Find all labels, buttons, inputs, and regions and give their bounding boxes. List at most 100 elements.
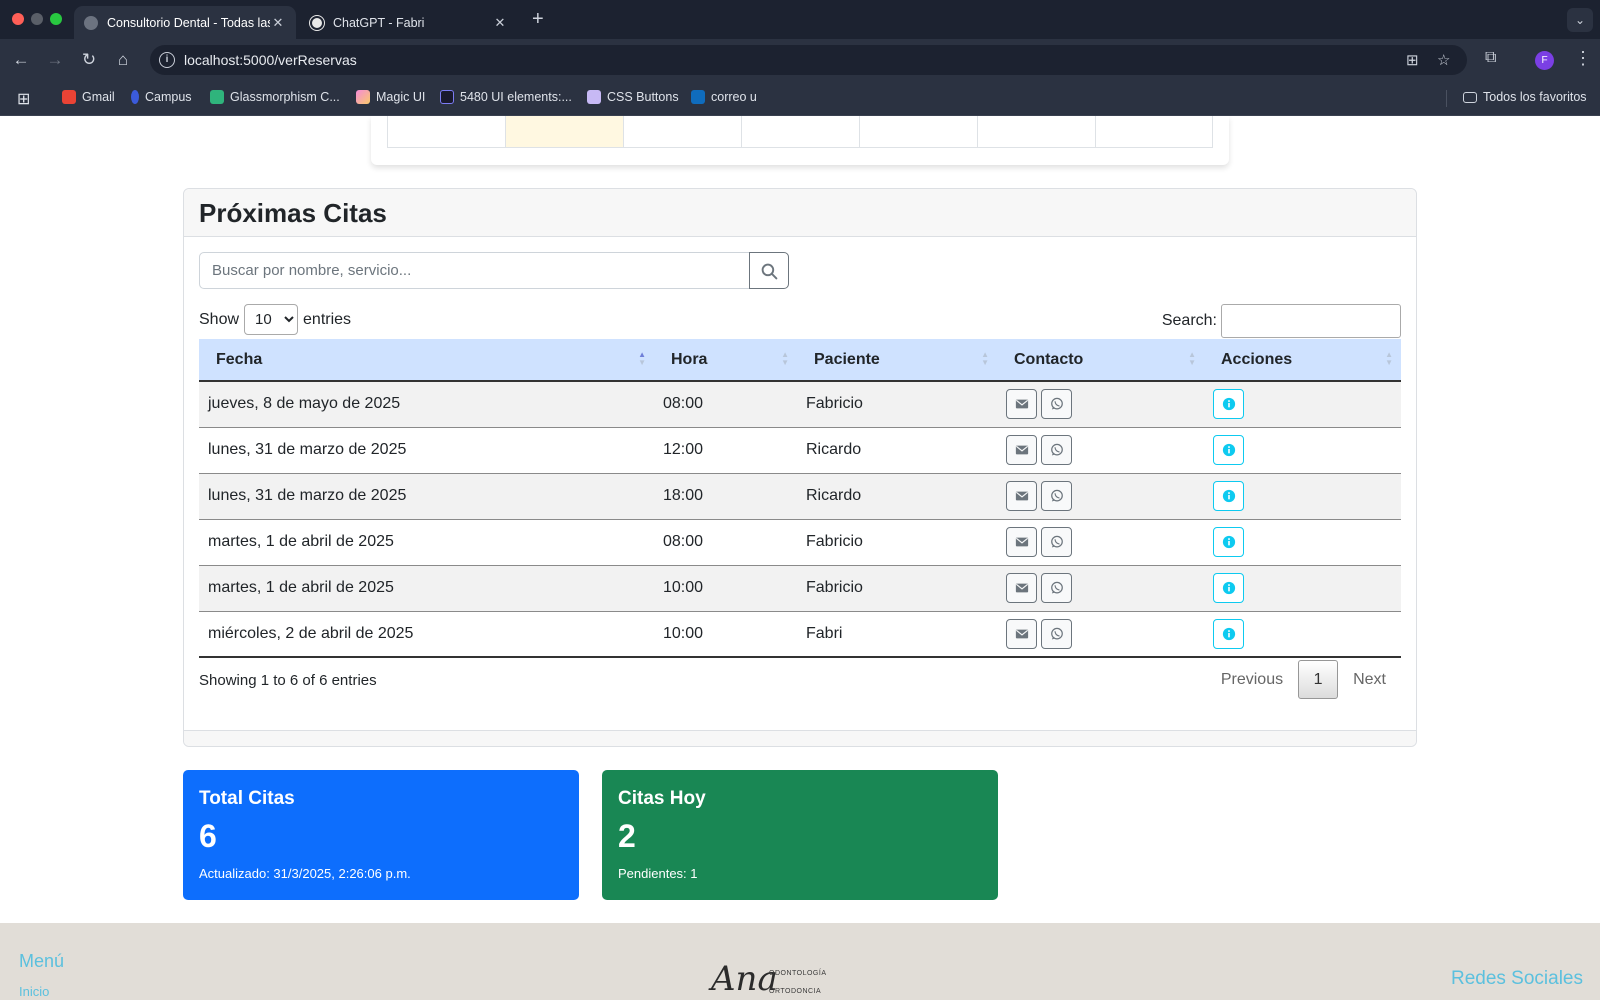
translate-icon[interactable]: ⊞ (1406, 51, 1419, 69)
logo-line-1: ODONTOLOGÍA (769, 970, 827, 977)
calendar-cell[interactable] (623, 116, 741, 148)
cell-contacto (997, 565, 1204, 612)
email-button[interactable] (1006, 389, 1037, 420)
email-button[interactable] (1006, 618, 1037, 649)
bookmark-ui-elements[interactable]: 5480 UI elements:... (440, 90, 572, 104)
calendar-cell[interactable] (859, 116, 977, 148)
whatsapp-button[interactable] (1041, 618, 1072, 649)
calendar-cell[interactable] (977, 116, 1095, 148)
all-bookmarks-folder[interactable]: Todos los favoritos (1463, 90, 1587, 104)
whatsapp-button[interactable] (1041, 389, 1072, 420)
calendar-cell[interactable] (387, 116, 505, 148)
close-tab-icon[interactable]: ✕ (270, 15, 286, 31)
bookmark-gmail[interactable]: Gmail (62, 90, 115, 104)
gmail-icon (62, 90, 76, 104)
envelope-icon (1015, 399, 1029, 409)
email-button[interactable] (1006, 435, 1037, 465)
column-header-hora[interactable]: Hora ▲ ▼ (654, 339, 797, 382)
previous-page-button[interactable]: Previous (1206, 671, 1298, 689)
whatsapp-button[interactable] (1041, 435, 1072, 465)
column-header-paciente[interactable]: Paciente ▲ ▼ (797, 339, 997, 382)
column-label: Paciente (814, 350, 880, 368)
calendar-cell[interactable] (741, 116, 859, 148)
email-button[interactable] (1006, 481, 1037, 511)
cell-paciente: Fabricio (797, 519, 997, 566)
bookmark-star-icon[interactable]: ☆ (1437, 51, 1450, 69)
bookmark-correo[interactable]: correo u (691, 90, 757, 104)
whatsapp-button[interactable] (1041, 481, 1072, 511)
column-header-acciones[interactable]: Acciones ▲ ▼ (1204, 339, 1401, 382)
browser-tab-active[interactable]: Consultorio Dental - Todas las ✕ (74, 6, 296, 39)
entries-label: entries (303, 310, 352, 328)
next-page-button[interactable]: Next (1338, 671, 1401, 689)
site-info-icon[interactable]: i (159, 52, 175, 68)
extensions-icon[interactable]: ⧉ (1485, 49, 1496, 67)
calendar-cell-today[interactable] (505, 116, 623, 148)
browser-toolbar: ← → ↻ ⌂ i localhost:5000/verReservas ⊞ ☆… (0, 39, 1600, 81)
search-button[interactable] (749, 252, 789, 289)
envelope-icon (1015, 491, 1029, 501)
footer-link-inicio[interactable]: Inicio (19, 984, 49, 999)
browser-tab[interactable]: ChatGPT - Fabri ✕ (300, 6, 518, 39)
upcoming-appointments-card: Próximas Citas Show 10 entries Search: F… (183, 188, 1417, 747)
current-page-button[interactable]: 1 (1298, 660, 1339, 699)
tab-search-button[interactable]: ⌄ (1567, 8, 1593, 32)
calendar-cell[interactable] (1095, 116, 1213, 148)
new-tab-button[interactable]: + (532, 8, 544, 31)
search-input[interactable] (199, 252, 750, 289)
table-header-row: Fecha ▲ ▼ Hora ▲ ▼ Paciente ▲ ▼ Contacto ▲ ▼… (199, 339, 1401, 382)
bookmark-glassmorphism[interactable]: Glassmorphism C... (210, 90, 340, 104)
cell-paciente: Fabricio (797, 381, 997, 428)
details-button[interactable] (1213, 435, 1244, 465)
reload-button[interactable]: ↻ (78, 49, 100, 71)
details-button[interactable] (1213, 527, 1244, 557)
cell-paciente: Fabricio (797, 565, 997, 612)
details-button[interactable] (1213, 573, 1244, 603)
browser-menu-icon[interactable]: ⋮ (1574, 48, 1592, 69)
page-length-select[interactable]: 10 (244, 304, 299, 335)
cell-acciones (1204, 519, 1401, 566)
maximize-window-button[interactable] (50, 13, 62, 25)
cell-contacto (997, 473, 1204, 520)
bookmark-css-buttons[interactable]: CSS Buttons (587, 90, 679, 104)
email-button[interactable] (1006, 527, 1037, 557)
envelope-icon (1015, 583, 1029, 593)
bookmark-label: Gmail (82, 90, 115, 104)
whatsapp-button[interactable] (1041, 573, 1072, 603)
whatsapp-icon (1051, 398, 1063, 410)
page-length-control: Show 10 entries (199, 304, 351, 335)
bookmark-campus[interactable]: Campus (131, 90, 192, 104)
close-tab-icon[interactable]: ✕ (492, 15, 508, 31)
cell-acciones (1204, 427, 1401, 474)
cell-paciente: Fabri (797, 611, 997, 658)
back-button[interactable]: ← (10, 49, 32, 71)
details-button[interactable] (1213, 618, 1244, 649)
bookmark-label: Campus (145, 90, 192, 104)
apps-grid-icon[interactable]: ⊞ (17, 89, 30, 109)
column-label: Contacto (1014, 350, 1084, 368)
column-header-fecha[interactable]: Fecha ▲ ▼ (199, 339, 654, 382)
details-button[interactable] (1213, 481, 1244, 511)
logo-script: Ana (711, 959, 778, 999)
bookmark-magic-ui[interactable]: Magic UI (356, 90, 425, 104)
close-window-button[interactable] (12, 13, 24, 25)
details-button[interactable] (1213, 389, 1244, 420)
profile-avatar[interactable]: F (1535, 51, 1554, 70)
bookmark-label: CSS Buttons (607, 90, 679, 104)
bookmark-label: Glassmorphism C... (230, 90, 340, 104)
address-bar[interactable]: i localhost:5000/verReservas ⊞ ☆ (150, 45, 1467, 75)
table-filter-input[interactable] (1221, 304, 1401, 338)
minimize-window-button[interactable] (31, 13, 43, 25)
column-header-contacto[interactable]: Contacto ▲ ▼ (997, 339, 1204, 382)
info-circle-icon (1222, 581, 1236, 595)
page-footer: Menú Inicio Ana ODONTOLOGÍA ORTODONCIA R… (0, 923, 1600, 1000)
info-circle-icon (1222, 443, 1236, 457)
whatsapp-icon (1051, 581, 1063, 594)
cell-fecha: martes, 1 de abril de 2025 (199, 519, 654, 566)
email-button[interactable] (1006, 573, 1037, 603)
envelope-icon (1015, 537, 1029, 547)
forward-button[interactable]: → (44, 49, 66, 71)
home-button[interactable]: ⌂ (112, 49, 134, 71)
bookmark-label: 5480 UI elements:... (460, 90, 572, 104)
whatsapp-button[interactable] (1041, 527, 1072, 557)
